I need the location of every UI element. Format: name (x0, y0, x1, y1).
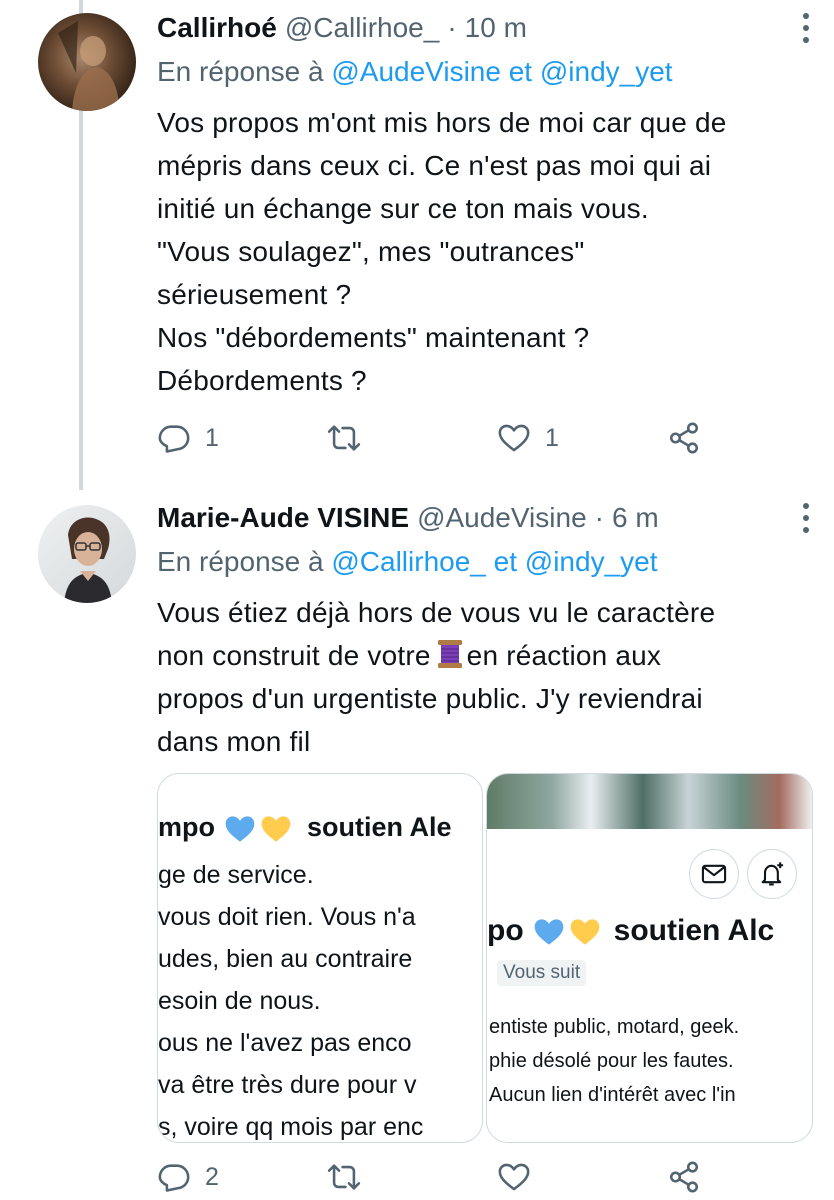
more-vertical-icon[interactable] (800, 10, 812, 46)
yellow-heart-emoji (261, 815, 291, 842)
mention-link[interactable]: @indy_yet (540, 56, 673, 87)
tweet-text-line: non construit de votre en réaction aux (157, 634, 827, 677)
tweet-text-line: initié un échange sur ce ton mais vous. (157, 193, 649, 224)
bio-line: ous ne l'avez pas enco (158, 1029, 412, 1057)
profile-banner-image (487, 774, 812, 829)
tweet-header: Marie-Aude VISINE @AudeVisine · 6 m (157, 498, 659, 538)
tweet-text-line: "Vous soulagez", mes "outrances" (157, 236, 585, 267)
more-vertical-icon[interactable] (800, 500, 812, 536)
attached-images[interactable]: mpo soutien Ale ge de service. vous doit… (157, 773, 813, 1143)
reply-icon (158, 425, 190, 453)
reply-prefix: En réponse à (157, 546, 324, 577)
bio-line: Aucun lien d'intérêt avec l'in (489, 1084, 736, 1106)
user-handle[interactable]: @Callirhoe_ (285, 12, 440, 44)
bio-line: udes, bien au contraire (158, 945, 413, 973)
tweet-text: Vos propos m'ont mis hors de moi car que… (157, 101, 827, 402)
reply-prefix: En réponse à (157, 56, 324, 87)
avatar[interactable] (38, 13, 136, 111)
mention-link[interactable]: @indy_yet (525, 546, 658, 577)
thread-spool-emoji (437, 640, 462, 668)
timestamp[interactable]: 6 m (612, 502, 659, 534)
tweet-callirhoe[interactable]: Callirhoé @Callirhoe_ · 10 m En réponse … (0, 0, 834, 490)
yellow-heart-emoji (570, 919, 599, 945)
separator-dot: · (447, 12, 457, 43)
retweet-button[interactable] (327, 1157, 375, 1197)
bio-line: vous doit rien. Vous n'a (158, 903, 416, 931)
reply-count: 1 (205, 423, 219, 452)
profile-bio: ge de service. vous doit rien. Vous n'a … (158, 854, 424, 1142)
reply-button[interactable]: 1 (157, 418, 219, 458)
tweet-text-line: Nos "débordements" maintenant ? (157, 322, 590, 353)
heart-icon (498, 1163, 530, 1191)
tweet-text-line: Vous étiez déjà hors de vous vu le carac… (157, 597, 716, 628)
bio-line: esoin de nous. (158, 987, 321, 1015)
action-bar: 2 (157, 1157, 717, 1197)
follows-you-badge: Vous suit (497, 960, 587, 986)
heart-icon (498, 424, 530, 452)
tweet-marie-aude[interactable]: Marie-Aude VISINE @AudeVisine · 6 m En r… (0, 490, 834, 1200)
mention-link[interactable]: @Callirhoe_ (331, 546, 486, 577)
display-name[interactable]: Callirhoé (157, 12, 277, 44)
bell-plus-icon (747, 849, 797, 899)
bio-line: phie désolé pour les fautes. (489, 1050, 734, 1072)
profile-name-suffix: soutien Alc (613, 914, 775, 947)
like-button[interactable]: 1 (497, 418, 559, 458)
avatar[interactable] (38, 505, 136, 603)
profile-name-fragment: po (487, 914, 524, 947)
share-button[interactable] (667, 1157, 701, 1197)
mention-link[interactable]: @AudeVisine (331, 56, 501, 87)
timestamp[interactable]: 10 m (465, 12, 527, 44)
share-icon (669, 422, 699, 454)
reply-button[interactable]: 2 (157, 1157, 219, 1197)
profile-name-row: po soutien Alc (487, 914, 774, 948)
profile-name-suffix: soutien Ale (307, 812, 452, 842)
share-button[interactable] (667, 418, 701, 458)
bio-line: entiste public, motard, geek. (489, 1016, 740, 1038)
display-name[interactable]: Marie-Aude VISINE (157, 502, 409, 534)
separator-dot: · (594, 502, 604, 533)
bio-line: s, voire qq mois par enc (158, 1113, 424, 1141)
action-bar: 1 1 (157, 418, 717, 458)
retweet-icon (327, 425, 361, 451)
like-button[interactable] (497, 1157, 545, 1197)
tweet-text-fragment: en réaction aux (466, 640, 662, 671)
tweet-text-line: Débordements ? (157, 365, 367, 396)
tweet-text-line: sérieusement ? (157, 279, 352, 310)
bio-line: ge de service. (158, 861, 314, 889)
profile-bio: entiste public, motard, geek. phie désol… (489, 1010, 739, 1112)
envelope-icon (689, 849, 739, 899)
user-handle[interactable]: @AudeVisine (417, 502, 587, 534)
share-icon (669, 1161, 699, 1193)
screenshot-card-profile-header[interactable]: po soutien Alc Vous suit entiste public,… (486, 773, 813, 1143)
tweet-text: Vous étiez déjà hors de vous vu le carac… (157, 591, 827, 763)
reply-context: En réponse à @AudeVisine et @indy_yet (157, 56, 673, 88)
tweet-text-line: dans mon fil (157, 726, 311, 757)
reply-count: 2 (205, 1162, 219, 1191)
reply-joiner: et (493, 546, 517, 577)
profile-name-fragment: mpo (158, 812, 215, 842)
profile-name-row: mpo soutien Ale (158, 812, 452, 843)
tweet-text-line: propos d'un urgentiste public. J'y revie… (157, 683, 703, 714)
screenshot-card-profile-bio[interactable]: mpo soutien Ale ge de service. vous doit… (157, 773, 483, 1143)
tweet-text-line: Vos propos m'ont mis hors de moi car que… (157, 107, 727, 138)
tweet-text-line: mépris dans ceux ci. Ce n'est pas moi qu… (157, 150, 712, 181)
like-count: 1 (545, 423, 559, 452)
reply-joiner: et (508, 56, 533, 87)
reply-icon (158, 1164, 190, 1192)
blue-heart-emoji (225, 815, 255, 842)
tweet-text-fragment: non construit de votre (157, 640, 431, 671)
bio-line: va être très dure pour v (158, 1071, 417, 1099)
retweet-button[interactable] (327, 418, 375, 458)
reply-context: En réponse à @Callirhoe_ et @indy_yet (157, 546, 658, 578)
tweet-header: Callirhoé @Callirhoe_ · 10 m (157, 8, 527, 48)
retweet-icon (327, 1164, 361, 1190)
blue-heart-emoji (534, 919, 563, 945)
